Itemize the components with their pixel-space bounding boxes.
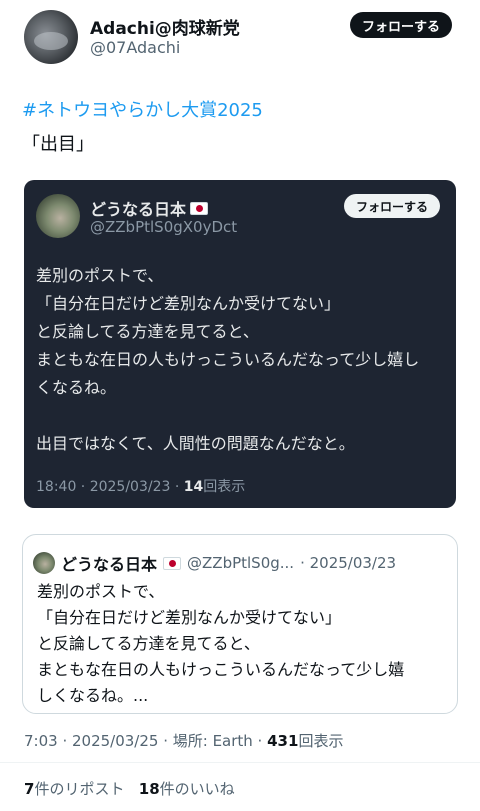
embedded-text-line: くなるね。 (36, 378, 117, 397)
embedded-handle: @ZZbPtlS0gX0yDct (90, 218, 238, 236)
quoted-text: 差別のポストで、 「自分在日だけど差別なんか受けてない」 と反論してる方達を見て… (37, 579, 457, 709)
post-text: 「出目」 (22, 134, 94, 155)
likes-link[interactable]: 18件のいいね (139, 780, 235, 798)
reposts-label: 件のリポスト (34, 780, 125, 798)
embedded-follow-button: フォローする (343, 194, 440, 218)
reposts-count: 7 (24, 780, 35, 798)
embedded-text: 差別のポストで、 「自分在日だけど差別なんか受けてない」 と反論してる方達を見て… (36, 262, 451, 458)
quoted-text-line: 差別のポストで、 (37, 582, 165, 601)
japan-flag-icon (190, 201, 209, 215)
embedded-text-line: まともな在日の人もけっこういるんだなって少し嬉し (36, 350, 420, 369)
reposts-link[interactable]: 7件のリポスト (24, 780, 124, 798)
embedded-text-line: 出目ではなくて、人間性の問題なんだなと。 (36, 434, 355, 453)
embedded-screenshot-image[interactable]: どうなる日本 @ZZbPtlS0gX0yDct フォローする 差別のポストで、 … (24, 180, 456, 508)
embedded-views-label: 回表示 (203, 479, 246, 495)
author-handle[interactable]: @07Adachi (90, 38, 180, 57)
engagement-stats: 7件のリポスト 18件のいいね (24, 778, 235, 799)
views-count: 431 (267, 732, 299, 750)
quoted-date: · 2025/03/23 (300, 554, 397, 572)
quoted-text-line: 「自分在日だけど差別なんか受けてない」 (37, 608, 342, 627)
quoted-text-line: と反論してる方達を見てると、 (37, 634, 260, 653)
divider (0, 762, 480, 763)
quoted-post-card[interactable]: どうなる日本 @ZZbPtlS0g... · 2025/03/23 差別のポスト… (22, 534, 458, 714)
embedded-views-count: 14 (183, 479, 204, 495)
quoted-text-line: しくなるね。... (37, 686, 149, 705)
hashtag-link[interactable]: #ネトウヨやらかし大賞2025 (22, 96, 263, 122)
embedded-text-line (36, 402, 451, 430)
quoted-post-header: どうなる日本 @ZZbPtlS0g... · 2025/03/23 (33, 551, 396, 575)
embedded-text-line: 「自分在日だけど差別なんか受けてない」 (36, 294, 341, 313)
embedded-name-row: どうなる日本 (90, 196, 209, 220)
post-meta: 7:03 · 2025/03/25 · 場所: Earth · 431回表示 (24, 730, 343, 751)
embedded-text-line: と反論してる方達を見てると、 (36, 322, 259, 341)
embedded-time: 18:40 · 2025/03/23 · (36, 479, 180, 495)
embedded-text-line: 差別のポストで、 (36, 266, 164, 285)
quoted-avatar (33, 552, 55, 574)
author-name-row: Adachi@肉球新党 (90, 14, 240, 39)
quoted-handle: @ZZbPtlS0g... (187, 554, 295, 572)
author-avatar[interactable] (24, 10, 78, 64)
likes-label: 件のいいね (159, 780, 235, 798)
follow-button[interactable]: フォローする (349, 12, 452, 38)
japan-flag-icon (163, 556, 182, 570)
embedded-avatar (36, 194, 80, 238)
views-label: 回表示 (298, 732, 344, 750)
likes-count: 18 (138, 780, 160, 798)
embedded-meta: 18:40 · 2025/03/23 · 14回表示 (36, 476, 245, 496)
author-display-name[interactable]: Adachi@肉球新党 (90, 14, 240, 39)
post-timestamp[interactable]: 7:03 · 2025/03/25 · 場所: Earth · (24, 732, 262, 750)
quoted-display-name: どうなる日本 (61, 555, 158, 574)
embedded-display-name: どうなる日本 (90, 200, 187, 219)
quoted-text-line: まともな在日の人もけっこういるんだなって少し嬉 (37, 660, 405, 679)
